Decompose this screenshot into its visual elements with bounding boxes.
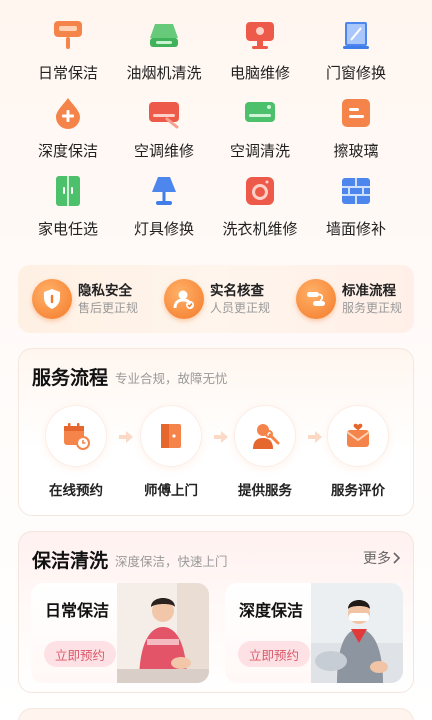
service-flow-card: 服务流程 专业合规，故障无忧 在线预约 师傅上门 提供服务 服务评价 bbox=[18, 348, 414, 516]
cleaner-photo bbox=[117, 583, 209, 683]
category-appliance[interactable]: 家电任选 bbox=[14, 170, 122, 248]
category-label: 灯具修换 bbox=[133, 220, 194, 238]
guarantee-title: 隐私安全 bbox=[78, 282, 132, 299]
flow-step-label: 师傅上门 bbox=[144, 483, 198, 499]
ac-clean-icon bbox=[243, 96, 277, 130]
flow-step-review: 服务评价 bbox=[313, 405, 403, 499]
guarantee-subtitle: 售后更正规 bbox=[78, 300, 139, 315]
chevron-right-icon bbox=[393, 552, 401, 564]
category-computer-repair[interactable]: 电脑维修 bbox=[206, 14, 314, 92]
category-ac-clean[interactable]: 空调清洗 bbox=[206, 92, 314, 170]
guarantee-title: 标准流程 bbox=[342, 282, 396, 299]
category-lamp[interactable]: 灯具修换 bbox=[110, 170, 218, 248]
process-icon bbox=[296, 279, 336, 319]
category-label: 油烟机清洗 bbox=[126, 64, 202, 82]
washing-machine-icon bbox=[243, 174, 277, 208]
category-label: 电脑维修 bbox=[229, 64, 290, 82]
guarantee-title: 实名核查 bbox=[210, 282, 264, 299]
category-label: 洗衣机维修 bbox=[222, 220, 298, 238]
shield-icon bbox=[32, 279, 72, 319]
flow-step-service: 提供服务 bbox=[220, 405, 310, 499]
lamp-icon bbox=[147, 174, 181, 208]
guarantee-subtitle: 人员更正规 bbox=[210, 300, 271, 315]
cleaning-card: 保洁清洗 深度保洁，快速上门 更多 日常保洁 立即预约 深度保洁 立即预约 bbox=[18, 531, 414, 693]
category-window[interactable]: 门窗修换 bbox=[302, 14, 410, 92]
flow-step-visit: 师傅上门 bbox=[126, 405, 216, 499]
cleaning-title: 保洁清洗 bbox=[32, 550, 109, 572]
fridge-icon bbox=[51, 174, 85, 208]
service-card-deep[interactable]: 深度保洁 立即预约 bbox=[225, 583, 403, 683]
category-glass-wipe[interactable]: 擦玻璃 bbox=[302, 92, 410, 170]
cleaning-subtitle: 深度保洁，快速上门 bbox=[115, 554, 228, 569]
book-now-button[interactable]: 立即预约 bbox=[238, 641, 310, 667]
more-link[interactable]: 更多 bbox=[363, 548, 401, 568]
category-ac-repair[interactable]: 空调维修 bbox=[110, 92, 218, 170]
flow-step-label: 服务评价 bbox=[331, 483, 385, 499]
ac-repair-icon bbox=[147, 96, 181, 130]
more-label: 更多 bbox=[363, 551, 391, 567]
flow-step-booking: 在线预约 bbox=[31, 405, 121, 499]
service-flow-subtitle: 专业合规，故障无忧 bbox=[115, 371, 228, 386]
deep-clean-drop-icon bbox=[51, 96, 85, 130]
book-now-button[interactable]: 立即预约 bbox=[44, 641, 116, 667]
category-label: 深度保洁 bbox=[37, 142, 98, 160]
service-card-daily[interactable]: 日常保洁 立即预约 bbox=[31, 583, 209, 683]
user-verified-icon bbox=[164, 279, 204, 319]
guarantee-subtitle: 服务更正规 bbox=[342, 300, 403, 315]
category-wall-repair[interactable]: 墙面修补 bbox=[302, 170, 410, 248]
range-hood-icon bbox=[147, 18, 181, 52]
service-title: 日常保洁 bbox=[45, 601, 110, 620]
service-title: 深度保洁 bbox=[239, 601, 304, 620]
flow-step-label: 提供服务 bbox=[238, 483, 292, 499]
category-label: 日常保洁 bbox=[37, 64, 98, 82]
category-label: 擦玻璃 bbox=[333, 142, 379, 160]
category-label: 空调清洗 bbox=[229, 142, 290, 160]
category-grid: 日常保洁 油烟机清洗 电脑维修 门窗修换 深度保洁 空调维修 空调清洗 擦玻璃 … bbox=[0, 0, 432, 245]
guarantee-realname: 实名核查 人员更正规 bbox=[150, 265, 282, 333]
window-icon bbox=[339, 18, 373, 52]
category-range-hood[interactable]: 油烟机清洗 bbox=[110, 14, 218, 92]
next-section-card bbox=[18, 708, 414, 720]
review-envelope-icon bbox=[327, 405, 389, 467]
category-label: 门窗修换 bbox=[325, 64, 386, 82]
category-deep-clean[interactable]: 深度保洁 bbox=[14, 92, 122, 170]
category-label: 家电任选 bbox=[37, 220, 98, 238]
calendar-clock-icon bbox=[45, 405, 107, 467]
door-icon bbox=[140, 405, 202, 467]
housekeeping-icon bbox=[51, 18, 85, 52]
guarantee-process: 标准流程 服务更正规 bbox=[282, 265, 414, 333]
brick-wall-icon bbox=[339, 174, 373, 208]
computer-repair-icon bbox=[243, 18, 277, 52]
cleaner-photo bbox=[311, 583, 403, 683]
technician-icon bbox=[234, 405, 296, 467]
category-washing-machine[interactable]: 洗衣机维修 bbox=[206, 170, 314, 248]
category-label: 墙面修补 bbox=[325, 220, 386, 238]
glass-wipe-icon bbox=[339, 96, 373, 130]
category-label: 空调维修 bbox=[133, 142, 194, 160]
service-flow-title: 服务流程 bbox=[32, 367, 109, 389]
guarantee-privacy: 隐私安全 售后更正规 bbox=[18, 265, 150, 333]
category-housekeeping[interactable]: 日常保洁 bbox=[14, 14, 122, 92]
guarantee-banner: 隐私安全 售后更正规 实名核查 人员更正规 标准流程 服务更正规 bbox=[18, 265, 414, 333]
flow-step-label: 在线预约 bbox=[49, 483, 103, 499]
